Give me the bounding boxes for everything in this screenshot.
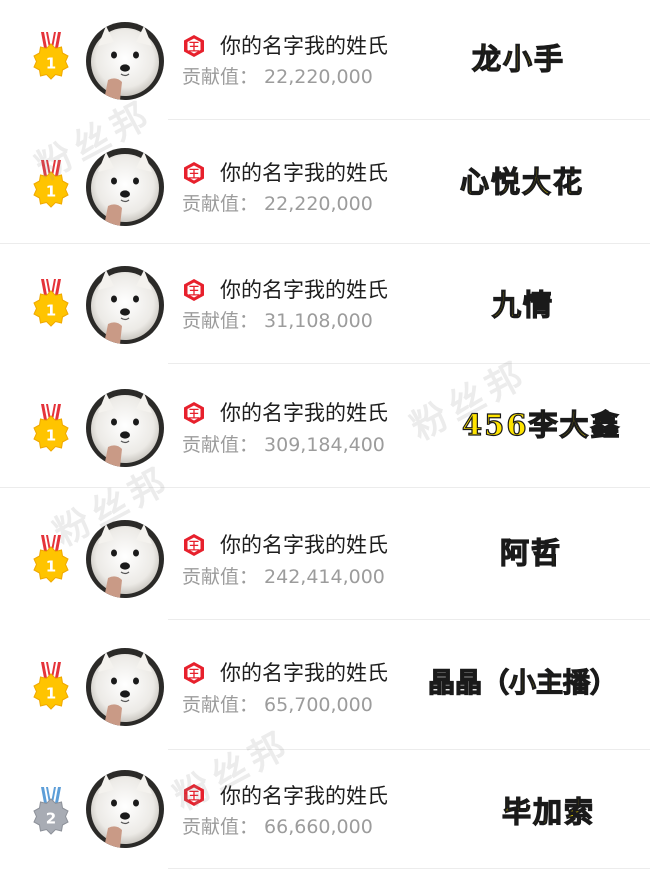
contribution: 贡献值： 242,414,000 (182, 565, 385, 589)
contribution-value: 309,184,400 (264, 434, 385, 456)
gold-medal-icon: 1 (33, 279, 69, 327)
svg-text:1: 1 (46, 427, 56, 445)
avatar[interactable] (86, 520, 164, 598)
contribution: 贡献值： 66,660,000 (182, 815, 373, 839)
svg-text:1: 1 (46, 558, 56, 576)
user-name[interactable]: 你的名字我的姓氏 (220, 660, 388, 686)
user-name[interactable]: 你的名字我的姓氏 (220, 532, 388, 558)
contribution-label: 贡献值： (182, 193, 259, 215)
crown-badge-icon: 王 (184, 784, 204, 806)
annotation-tag: 心悦大花 (459, 164, 585, 199)
user-name[interactable]: 你的名字我的姓氏 (220, 160, 388, 186)
svg-text:1: 1 (46, 302, 56, 320)
avatar[interactable] (86, 389, 164, 467)
contribution-value: 22,220,000 (264, 193, 373, 215)
user-name[interactable]: 你的名字我的姓氏 (220, 33, 388, 59)
contribution-value: 65,700,000 (264, 694, 373, 716)
svg-text:王: 王 (189, 790, 200, 803)
crown-badge-icon: 王 (184, 35, 204, 57)
annotation-tag: 456李大鑫 (461, 407, 622, 442)
annotation-tag: 毕加索 (501, 794, 596, 829)
gold-medal-icon: 1 (33, 535, 69, 583)
contribution: 贡献值： 309,184,400 (182, 433, 385, 457)
svg-text:2: 2 (46, 810, 56, 828)
user-name[interactable]: 你的名字我的姓氏 (220, 277, 388, 303)
svg-text:王: 王 (189, 668, 200, 681)
svg-text:1: 1 (46, 55, 56, 73)
list-item[interactable]: 1 王 你的名字我的姓氏 贡献值： 242,414,000 阿哲 (0, 488, 650, 620)
svg-text:王: 王 (189, 408, 200, 421)
contribution-label: 贡献值： (182, 66, 259, 88)
contribution: 贡献值： 31,108,000 (182, 309, 373, 333)
list-item[interactable]: 1 王 你的名字我的姓氏 贡献值： 31,108,000 九情 (0, 244, 650, 364)
svg-text:1: 1 (46, 685, 56, 703)
avatar[interactable] (86, 266, 164, 344)
svg-text:1: 1 (46, 183, 56, 201)
gold-medal-icon: 1 (33, 32, 69, 80)
silver-medal-icon: 2 (33, 787, 69, 835)
contribution: 贡献值： 22,220,000 (182, 192, 373, 216)
crown-badge-icon: 王 (184, 162, 204, 184)
avatar[interactable] (86, 770, 164, 848)
user-name[interactable]: 你的名字我的姓氏 (220, 400, 388, 426)
annotation-tag: 晶晶（小主播） (427, 667, 617, 699)
contribution-value: 31,108,000 (264, 310, 373, 332)
gold-medal-icon: 1 (33, 404, 69, 452)
gold-medal-icon: 1 (33, 662, 69, 710)
contribution-value: 22,220,000 (264, 66, 373, 88)
ranking-list: 1 王 你的名字我的姓氏 贡献值： 22,220,000 龙小手 1 王 你的名… (0, 0, 650, 889)
svg-text:王: 王 (189, 540, 200, 553)
avatar[interactable] (86, 148, 164, 226)
user-name[interactable]: 你的名字我的姓氏 (220, 783, 388, 809)
list-item[interactable]: 1 王 你的名字我的姓氏 贡献值： 22,220,000 龙小手 (0, 0, 650, 120)
contribution-label: 贡献值： (182, 816, 259, 838)
list-item[interactable]: 2 王 你的名字我的姓氏 贡献值： 66,660,000 毕加索 (0, 750, 650, 889)
gold-medal-icon: 1 (33, 160, 69, 208)
contribution: 贡献值： 65,700,000 (182, 693, 373, 717)
crown-badge-icon: 王 (184, 279, 204, 301)
avatar[interactable] (86, 648, 164, 726)
contribution-label: 贡献值： (182, 310, 259, 332)
svg-text:王: 王 (189, 168, 200, 181)
annotation-tag: 阿哲 (499, 535, 563, 570)
annotation-tag: 龙小手 (471, 41, 566, 76)
contribution-label: 贡献值： (182, 566, 259, 588)
list-item[interactable]: 1 王 你的名字我的姓氏 贡献值： 22,220,000 心悦大花 (0, 120, 650, 244)
contribution-value: 242,414,000 (264, 566, 385, 588)
svg-text:王: 王 (189, 41, 200, 54)
divider (168, 868, 650, 869)
list-item[interactable]: 1 王 你的名字我的姓氏 贡献值： 65,700,000 晶晶（小主播） (0, 620, 650, 750)
contribution: 贡献值： 22,220,000 (182, 65, 373, 89)
crown-badge-icon: 王 (184, 662, 204, 684)
list-item[interactable]: 1 王 你的名字我的姓氏 贡献值： 309,184,400 456李大鑫 (0, 364, 650, 488)
contribution-value: 66,660,000 (264, 816, 373, 838)
avatar[interactable] (86, 22, 164, 100)
contribution-label: 贡献值： (182, 434, 259, 456)
crown-badge-icon: 王 (184, 534, 204, 556)
svg-text:王: 王 (189, 285, 200, 298)
contribution-label: 贡献值： (182, 694, 259, 716)
crown-badge-icon: 王 (184, 402, 204, 424)
annotation-tag: 九情 (491, 287, 555, 322)
